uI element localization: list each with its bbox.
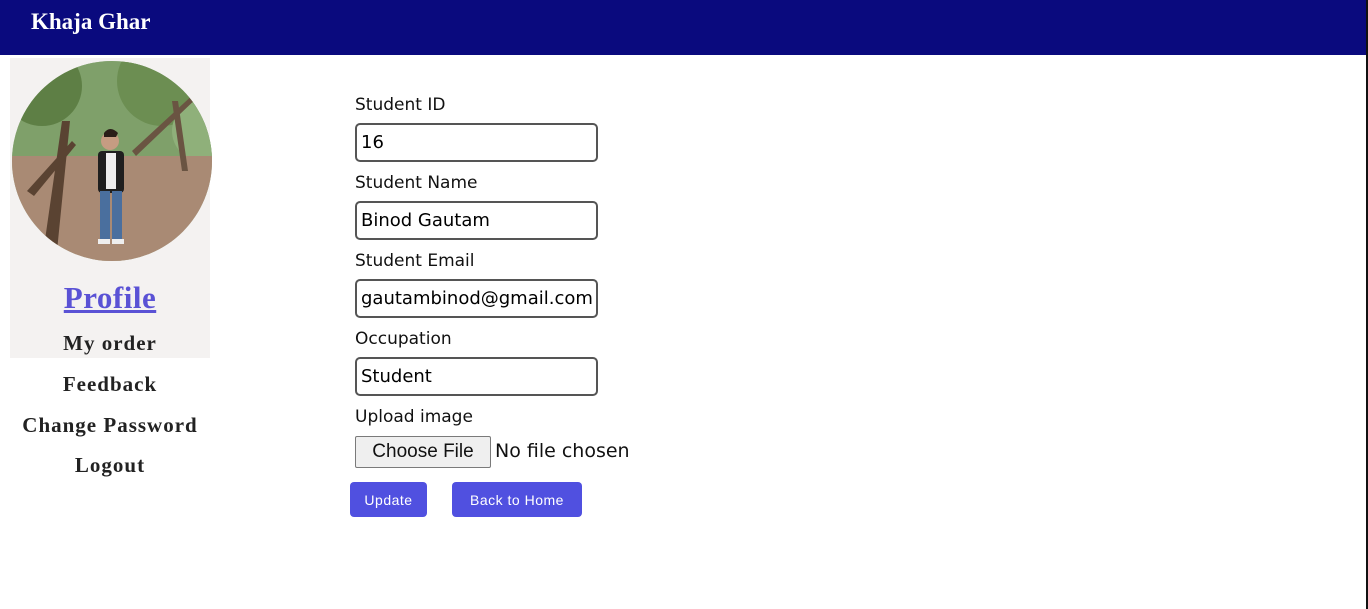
student-id-label: Student ID [355, 95, 446, 115]
top-navbar: Khaja Ghar [0, 0, 1366, 55]
back-to-home-button[interactable]: Back to Home [452, 482, 582, 517]
sidebar-item-logout[interactable]: Logout [10, 453, 210, 478]
brand-title[interactable]: Khaja Ghar [31, 9, 150, 35]
avatar [12, 61, 212, 261]
student-email-field[interactable] [355, 279, 598, 318]
sidebar-item-profile[interactable]: Profile [10, 280, 210, 316]
file-status-text: No file chosen [495, 440, 630, 462]
occupation-field[interactable] [355, 357, 598, 396]
student-name-label: Student Name [355, 173, 478, 193]
student-name-field[interactable] [355, 201, 598, 240]
student-id-field[interactable] [355, 123, 598, 162]
sidebar-item-change-password[interactable]: Change Password [10, 413, 210, 438]
profile-photo-image [12, 61, 212, 261]
update-button[interactable]: Update [350, 482, 427, 517]
upload-image-label: Upload image [355, 407, 473, 427]
occupation-label: Occupation [355, 329, 452, 349]
sidebar-item-feedback[interactable]: Feedback [10, 372, 210, 397]
sidebar-item-my-order[interactable]: My order [10, 331, 210, 356]
student-email-label: Student Email [355, 251, 475, 271]
choose-file-button[interactable]: Choose File [355, 436, 491, 468]
